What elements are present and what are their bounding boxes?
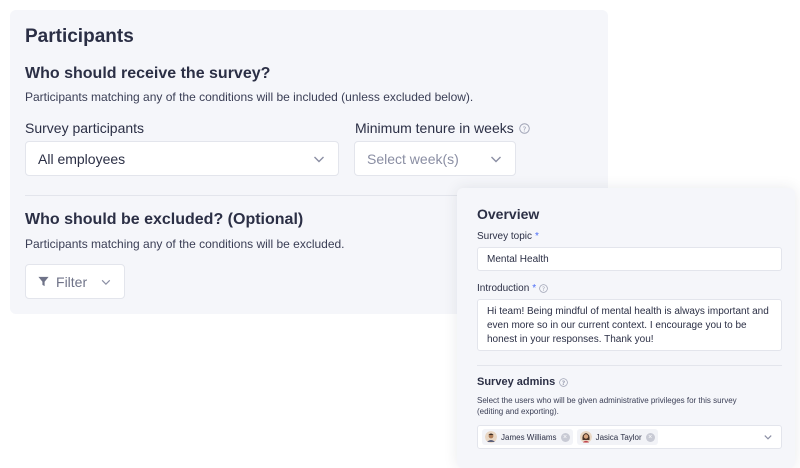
introduction-label-row: Introduction * ?: [477, 283, 548, 294]
exclude-heading: Who should be excluded? (Optional): [25, 211, 304, 228]
exclude-description: Participants matching any of the conditi…: [25, 237, 345, 251]
survey-participants-label: Survey participants: [25, 120, 145, 136]
introduction-label: Introduction: [477, 283, 530, 294]
min-tenure-label: Minimum tenure in weeks: [355, 120, 514, 136]
admin-chip: James Williams ×: [482, 429, 573, 445]
info-icon[interactable]: ?: [519, 122, 530, 134]
min-tenure-select[interactable]: Select week(s): [354, 141, 516, 176]
survey-admins-multiselect[interactable]: James Williams × Jasica Taylor ×: [477, 425, 782, 449]
min-tenure-label-row: Minimum tenure in weeks ?: [355, 120, 530, 136]
chevron-down-icon[interactable]: [763, 432, 773, 442]
svg-text:?: ?: [542, 286, 545, 293]
close-icon[interactable]: ×: [560, 432, 570, 442]
svg-text:?: ?: [562, 379, 566, 386]
chevron-down-icon: [314, 156, 324, 162]
survey-participants-value: All employees: [38, 150, 126, 167]
survey-setup-screen: Participants Who should receive the surv…: [0, 0, 800, 468]
info-icon[interactable]: ?: [539, 284, 548, 293]
survey-admins-label-row: Survey admins ?: [477, 376, 569, 388]
survey-admins-description: Select the users who will be given admin…: [477, 396, 737, 416]
filter-icon: [38, 276, 49, 287]
info-icon[interactable]: ?: [559, 377, 569, 387]
overview-divider: [477, 365, 782, 366]
chevron-down-icon: [101, 279, 111, 285]
close-icon[interactable]: ×: [645, 432, 655, 442]
survey-topic-label-row: Survey topic *: [477, 231, 539, 242]
participants-title: Participants: [25, 26, 134, 47]
survey-topic-input[interactable]: Mental Health: [477, 247, 782, 271]
chevron-down-icon: [491, 156, 501, 162]
receive-heading: Who should receive the survey?: [25, 65, 271, 82]
avatar: [579, 431, 592, 443]
admin-name: James Williams: [501, 432, 557, 442]
admin-chip: Jasica Taylor ×: [576, 429, 658, 445]
min-tenure-placeholder: Select week(s): [367, 150, 459, 167]
survey-participants-select[interactable]: All employees: [25, 141, 339, 176]
introduction-textarea[interactable]: Hi team! Being mindful of mental health …: [477, 299, 782, 351]
overview-card: Overview Survey topic * Mental Health In…: [457, 188, 795, 468]
filter-label: Filter: [56, 273, 88, 290]
filter-button[interactable]: Filter: [25, 264, 125, 299]
survey-admins-label: Survey admins: [477, 376, 556, 388]
survey-topic-label: Survey topic: [477, 231, 533, 242]
svg-text:?: ?: [522, 124, 526, 133]
required-marker: *: [532, 283, 537, 294]
avatar: [485, 431, 497, 443]
overview-title: Overview: [477, 206, 540, 222]
receive-description: Participants matching any of the conditi…: [25, 90, 474, 104]
required-marker: *: [535, 231, 539, 242]
admin-name: Jasica Taylor: [595, 432, 642, 442]
